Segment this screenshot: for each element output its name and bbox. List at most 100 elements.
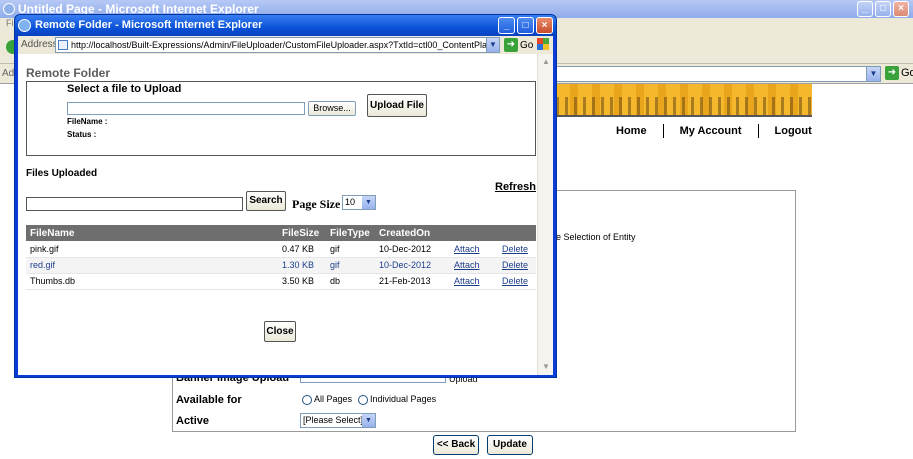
upload-file-button[interactable]: Upload File [367,94,427,117]
ie-icon [18,19,31,32]
cell-filetype: gif [326,241,375,258]
chevron-down-icon[interactable]: ▼ [486,37,500,53]
active-select-value: [Please Select] [303,415,364,425]
go-arrow-icon: ➜ [885,66,899,80]
table-row: pink.gif 0.47 KB gif 10-Dec-2012 Attach … [26,241,536,258]
popup-address-field[interactable]: http://localhost/Built-Expressions/Admin… [55,37,487,53]
page-size-label: Page Size [292,197,341,211]
nav-home-link[interactable]: Home [600,124,663,138]
skyline-graphic [556,97,812,115]
vertical-scrollbar[interactable]: ▲ ▼ [537,54,553,375]
files-table: FileName FileSize FileType CreatedOn pin… [26,225,536,290]
entity-selection-text: e Selection of Entity [556,232,636,242]
attach-link[interactable]: Attach [450,273,498,290]
popup-titlebar: Remote Folder - Microsoft Internet Explo… [15,15,556,36]
nav-logout-link[interactable]: Logout [757,124,828,138]
column-header-filename: FileName [26,225,278,241]
page-size-select[interactable]: 10 ▼ [342,195,376,210]
address-label-partial: Ad [2,68,15,79]
ie-icon [3,3,15,15]
browse-button[interactable]: Browse... [308,101,356,116]
remote-folder-popup: Remote Folder - Microsoft Internet Explo… [14,14,557,378]
close-icon[interactable]: × [893,1,909,17]
cell-createdon: 10-Dec-2012 [375,257,450,274]
table-row: Thumbs.db 3.50 KB db 21-Feb-2013 Attach … [26,273,536,290]
popup-go-button[interactable]: ➜ Go [504,38,533,52]
refresh-link[interactable]: Refresh [495,181,536,193]
radio-icon[interactable] [358,394,369,405]
go-label: Go [520,39,534,51]
chevron-down-icon[interactable]: ▼ [362,196,375,209]
cell-createdon: 21-Feb-2013 [375,273,450,290]
close-icon[interactable]: × [536,17,553,34]
popup-url: http://localhost/Built-Expressions/Admin… [71,40,487,50]
cell-filename: Thumbs.db [26,273,278,290]
chevron-down-icon[interactable]: ▼ [362,414,375,427]
search-button[interactable]: Search [246,191,286,211]
site-banner-image [556,84,812,117]
background-go-button[interactable]: ➜ Go [885,66,913,80]
radio-icon[interactable] [302,394,312,405]
page-size-value: 10 [345,197,356,207]
site-nav: Home My Account Logout [600,124,828,138]
delete-link[interactable]: Delete [498,241,536,258]
background-address-field[interactable]: ▼ [556,66,881,82]
cell-filetype: gif [326,257,375,274]
popup-content: Remote Folder Select a file to Upload Br… [18,54,553,375]
cell-createdon: 10-Dec-2012 [375,241,450,258]
radio-individual-pages-label: Individual Pages [370,394,437,404]
close-button[interactable]: Close [264,321,296,342]
attach-link[interactable]: Attach [450,257,498,274]
files-uploaded-heading: Files Uploaded [26,168,98,179]
column-header-createdon: CreatedOn [375,225,450,241]
maximize-icon[interactable]: □ [875,1,891,17]
cell-filesize: 3.50 KB [278,273,326,290]
cell-filetype: db [326,273,375,290]
table-row: red.gif 1.30 KB gif 10-Dec-2012 Attach D… [26,257,536,274]
popup-addressbar: Address http://localhost/Built-Expressio… [18,36,553,54]
page-title: Remote Folder [26,66,111,80]
column-header-filesize: FileSize [278,225,326,241]
column-header-attach [450,225,498,241]
page-icon [58,40,68,50]
upload-panel: Select a file to Upload Browse... Upload… [26,81,536,156]
cell-filename: pink.gif [26,241,278,258]
minimize-icon[interactable]: _ [857,1,873,17]
go-arrow-icon: ➜ [504,38,518,52]
column-header-filetype: FileType [326,225,375,241]
windows-logo-icon [537,38,549,50]
cell-filesize: 0.47 KB [278,241,326,258]
menu-file-partial[interactable]: Fi [6,18,14,28]
active-label: Active [176,415,210,427]
file-path-input[interactable] [67,102,305,115]
cell-filesize: 1.30 KB [278,257,326,274]
table-header-row: FileName FileSize FileType CreatedOn [26,225,536,241]
back-button[interactable]: << Back [433,435,479,455]
available-for-label: Available for [176,394,242,406]
status-label: Status : [67,130,97,139]
available-for-radios: All Pages Individual Pages [302,394,436,405]
delete-link[interactable]: Delete [498,257,536,274]
popup-window-controls: _ □ × [498,17,553,34]
filename-label: FileName : [67,117,108,126]
nav-my-account-link[interactable]: My Account [662,124,758,138]
radio-all-pages[interactable]: All Pages [302,394,352,405]
attach-link[interactable]: Attach [450,241,498,258]
minimize-icon[interactable]: _ [498,17,515,34]
select-file-label: Select a file to Upload [67,83,182,95]
search-input[interactable] [26,197,243,211]
cell-filename: red.gif [26,257,278,274]
maximize-icon[interactable]: □ [517,17,534,34]
update-button[interactable]: Update [487,435,533,455]
active-select[interactable]: [Please Select] ▼ [300,413,376,428]
address-label: Address [21,39,58,50]
popup-title: Remote Folder - Microsoft Internet Explo… [35,19,263,31]
radio-all-pages-label: All Pages [314,394,353,404]
radio-individual-pages[interactable]: Individual Pages [358,394,436,405]
scroll-up-icon[interactable]: ▲ [540,56,552,68]
chevron-down-icon[interactable]: ▼ [866,67,880,81]
go-label: Go [901,67,913,79]
scroll-down-icon[interactable]: ▼ [540,361,552,373]
column-header-delete [498,225,536,241]
delete-link[interactable]: Delete [498,273,536,290]
